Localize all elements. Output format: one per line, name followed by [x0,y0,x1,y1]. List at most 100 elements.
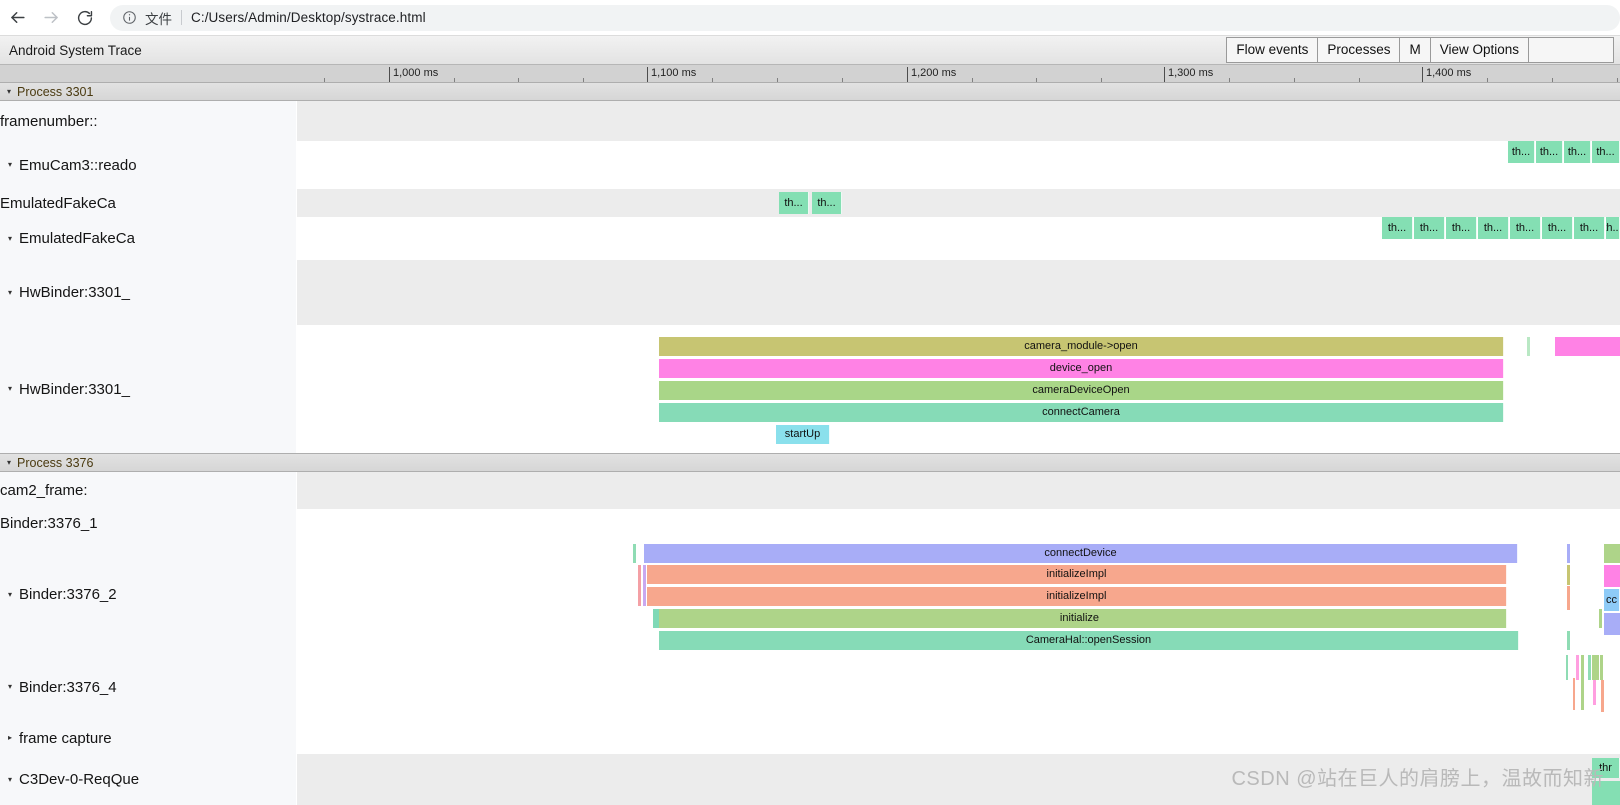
track-label[interactable]: ▾ HwBinder:3301_ [0,325,296,453]
track-label[interactable]: cam2_frame: [0,472,296,509]
th-slice[interactable]: th... [1414,217,1445,239]
sliver-slice[interactable] [1581,655,1584,710]
track-label[interactable]: ▾ HwBinder:3301_ [0,260,296,325]
chevron-down-icon[interactable]: ▾ [8,234,12,243]
track-name: Binder:3376_1 [0,514,98,532]
sliver-slice[interactable] [1566,655,1568,680]
track-label[interactable]: ▾ EmulatedFakeCa [0,217,296,260]
track-row[interactable]: ▾ HwBinder:3301_ [0,260,1620,325]
track-row[interactable]: EmulatedFakeCa [0,189,1620,217]
track-row[interactable]: ▾ EmulatedFakeCa [0,217,1620,260]
track-row[interactable]: ▾ C3Dev-0-ReqQue [0,754,1620,805]
th-slice[interactable]: th... [1592,141,1620,163]
track-row[interactable]: Binder:3376_1 [0,509,1620,537]
right-slice[interactable] [1604,565,1620,587]
right-slice[interactable] [1604,544,1620,563]
connect-camera-slice[interactable]: connectCamera [659,403,1504,422]
track-row[interactable]: ▾ EmuCam3::reado [0,141,1620,189]
track-label[interactable]: EmulatedFakeCa [0,189,296,217]
metrics-button[interactable]: M [1399,37,1431,63]
sliver-slice[interactable] [1601,680,1604,712]
sliver-slice[interactable] [1592,655,1599,680]
timeline-ruler[interactable]: 1,000 ms 1,100 ms 1,200 ms 1,300 ms 1,400 ms [0,65,1620,82]
sliver-slice[interactable] [1527,337,1530,356]
sliver-slice[interactable] [1567,565,1570,585]
sliver-slice[interactable] [1567,631,1570,650]
th-slice[interactable]: th... [1542,217,1573,239]
sliver-slice[interactable] [643,565,646,606]
th-slice[interactable]: th... [1536,141,1563,163]
sliver-slice[interactable] [653,609,659,628]
sliver-slice[interactable] [1576,655,1579,680]
right-slice[interactable]: cc [1604,589,1620,611]
th-slice[interactable] [1592,781,1620,805]
track-label[interactable]: ▾ Binder:3376_4 [0,652,296,722]
track-label[interactable]: ▸ frame capture [0,722,296,754]
processes-button[interactable]: Processes [1317,37,1401,63]
track-name: cam2_frame: [0,482,88,499]
track-label[interactable]: ▾ C3Dev-0-ReqQue [0,754,296,805]
connect-device-slice[interactable]: connectDevice [644,544,1518,563]
th-slice[interactable]: th... [779,192,809,214]
initialize-impl-slice[interactable]: initializeImpl [647,565,1507,584]
process-group-label: Process 3376 [17,455,94,470]
sliver-slice[interactable] [1599,609,1602,628]
address-bar[interactable]: 文件 C:/Users/Admin/Desktop/systrace.html [110,4,1620,31]
chevron-down-icon[interactable]: ▾ [7,458,11,467]
chevron-down-icon[interactable]: ▾ [7,87,11,96]
process-group-header[interactable]: ▾ Process 3301 [0,82,1620,101]
chevron-down-icon[interactable]: ▾ [8,161,12,169]
device-open-slice[interactable]: device_open [659,359,1504,378]
th-slice[interactable]: th... [1478,217,1509,239]
th-slice[interactable]: th... [1574,217,1605,239]
th-slice[interactable]: th... [1382,217,1413,239]
sliver-slice[interactable] [1588,655,1591,680]
th-slice[interactable]: thr [1592,758,1620,778]
startup-slice[interactable]: startUp [776,425,830,444]
initialize-impl-slice[interactable]: initializeImpl [647,587,1507,606]
track-label[interactable]: Binder:3376_1 [0,509,296,537]
chevron-down-icon[interactable]: ▾ [8,775,12,784]
reload-icon[interactable] [68,1,102,35]
sliver-slice[interactable] [1600,655,1603,680]
th-slice[interactable]: th... [1606,217,1620,239]
sliver-slice[interactable] [1593,680,1596,705]
th-slice[interactable]: th... [812,192,842,214]
ruler-track[interactable]: 1,000 ms 1,100 ms 1,200 ms 1,300 ms 1,400 ms [296,65,1620,82]
camera-module-open-slice[interactable]: camera_module->open [659,337,1504,356]
sliver-slice[interactable] [1555,337,1620,356]
track-label[interactable]: framenumber:: [0,101,296,141]
track-row[interactable]: framenumber:: [0,101,1620,141]
sliver-slice[interactable] [1567,544,1570,563]
th-slice[interactable]: th... [1510,217,1541,239]
chevron-down-icon[interactable]: ▾ [8,683,12,691]
camerahal-opensession-slice[interactable]: CameraHal::openSession [659,631,1519,650]
sliver-slice[interactable] [638,565,641,606]
systrace-page: 文件 C:/Users/Admin/Desktop/systrace.html … [0,0,1620,805]
back-icon[interactable] [0,1,34,35]
process-group-header[interactable]: ▾ Process 3376 [0,453,1620,472]
track-label[interactable]: ▾ Binder:3376_2 [0,537,296,652]
chevron-down-icon[interactable]: ▾ [8,385,12,393]
track-label[interactable]: ▾ EmuCam3::reado [0,141,296,189]
view-options-button[interactable]: View Options [1429,37,1529,63]
th-slice[interactable]: th... [1508,141,1535,163]
sliver-slice[interactable] [633,544,636,563]
flow-events-button[interactable]: Flow events [1226,37,1319,63]
chevron-right-icon[interactable]: ▸ [8,734,12,742]
track-row[interactable]: cam2_frame: [0,472,1620,509]
track-row[interactable]: ▾ Binder:3376_4 [0,652,1620,722]
th-slice[interactable]: th... [1564,141,1591,163]
track-row[interactable]: ▸ frame capture [0,722,1620,754]
toolbar-empty-slot[interactable] [1528,37,1614,63]
chevron-down-icon[interactable]: ▾ [8,590,12,599]
sliver-slice[interactable] [1567,586,1570,610]
camera-device-open-slice[interactable]: cameraDeviceOpen [659,381,1504,400]
initialize-slice[interactable]: initialize [653,609,1507,628]
chevron-down-icon[interactable]: ▾ [8,288,12,297]
right-slice[interactable] [1604,613,1620,635]
sliver-slice[interactable] [1573,678,1575,710]
th-slice[interactable]: th... [1446,217,1477,239]
forward-icon[interactable] [34,1,68,35]
url-scheme-label: 文件 [145,11,172,27]
